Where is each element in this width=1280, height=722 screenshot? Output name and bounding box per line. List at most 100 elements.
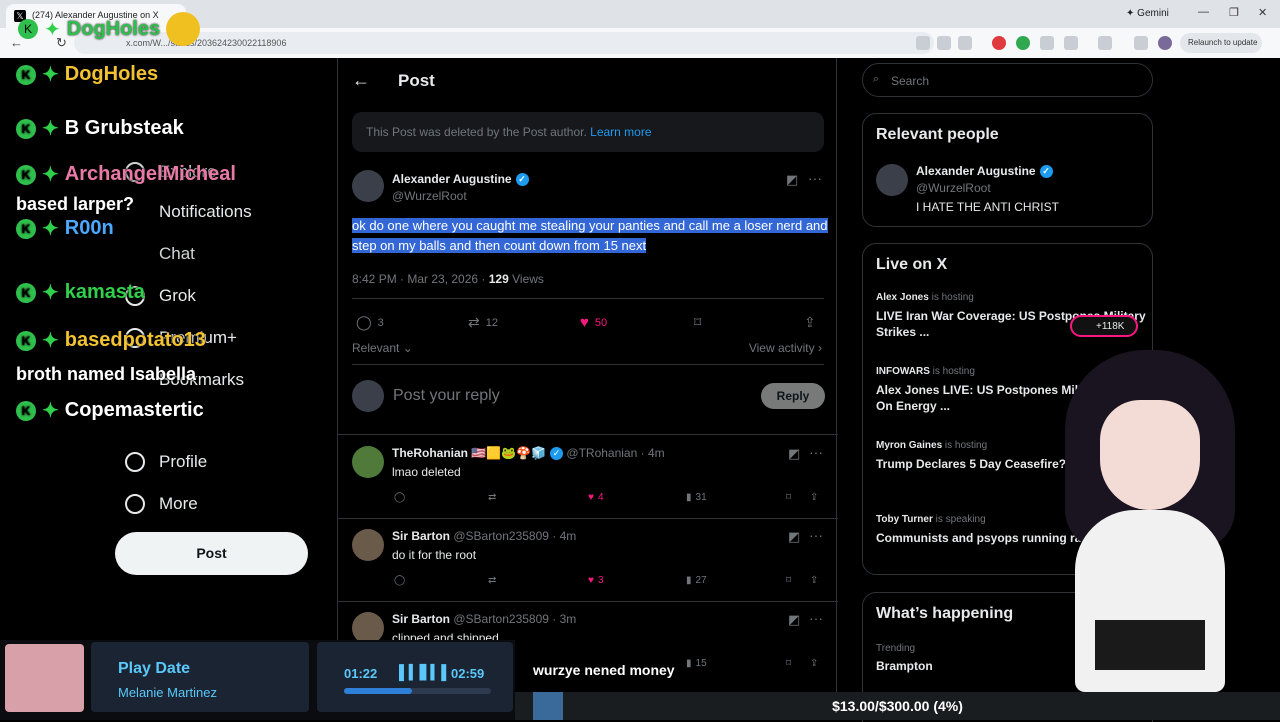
reply-repost-icon[interactable]: ⇄ — [488, 575, 496, 586]
reply-repost-icon[interactable]: ⇄ — [488, 492, 496, 503]
like-action[interactable]: ♥ 50 — [580, 314, 607, 331]
bookmark-action[interactable]: ⌑ — [694, 314, 701, 331]
kick-badge-icon: K — [16, 118, 36, 139]
more-options-icon[interactable]: ··· — [809, 444, 823, 460]
view-activity-link[interactable]: View activity › — [749, 341, 822, 355]
chat-message-text: based larper? — [16, 194, 135, 214]
reply-reply-icon[interactable]: ◯ — [394, 575, 405, 586]
views-count: 129 — [488, 272, 509, 286]
tweet-text: ok do one where you caught me stealing y… — [352, 218, 828, 253]
reply-avatar[interactable] — [352, 529, 384, 561]
live-status: is hosting — [932, 366, 975, 377]
install-icon[interactable] — [916, 36, 930, 50]
share-action[interactable]: ⇪ — [804, 314, 816, 331]
reply-author[interactable]: TheRohanian 🇺🇸🟨🐸🍄🧊 ✓ @TRohanian · 4m — [392, 446, 665, 461]
chat-message: K ✦ ArchangelMicheal — [16, 162, 236, 187]
sparkle-icon: ✦ — [42, 118, 59, 140]
extension-icon[interactable] — [1040, 36, 1054, 50]
reply-bookmark-icon[interactable]: ⌑ — [786, 658, 791, 669]
reply-author-name: TheRohanian 🇺🇸🟨🐸🍄🧊 — [392, 446, 547, 460]
trending-topic[interactable]: Brampton — [876, 659, 933, 673]
search-input[interactable]: ⌕ Search — [862, 63, 1153, 97]
relaunch-button[interactable]: Relaunch to update — [1180, 33, 1262, 53]
reply-author[interactable]: Sir Barton @SBarton235809 · 4m — [392, 529, 576, 543]
reply-share-icon[interactable]: ⇪ — [810, 575, 818, 586]
kick-badge-icon: K — [16, 218, 36, 239]
reply-input[interactable]: Post your reply — [393, 387, 500, 405]
reply-views[interactable]: ▮ 27 — [686, 575, 707, 586]
reply-bookmark-icon[interactable]: ⌑ — [786, 492, 791, 503]
reply-views[interactable]: ▮ 15 — [686, 658, 707, 669]
chat-username: DogHoles — [64, 63, 159, 85]
reply-share-icon[interactable]: ⇪ — [810, 492, 818, 503]
track-progress-bar — [344, 688, 491, 694]
extension-red-icon[interactable] — [992, 36, 1006, 50]
profile-avatar-icon[interactable] — [1158, 36, 1172, 50]
vtuber-corset — [1095, 620, 1205, 670]
reply-text: lmao deleted — [392, 465, 461, 479]
more-options-icon[interactable]: ··· — [808, 170, 822, 186]
author-name[interactable]: Alexander Augustine ✓ — [392, 172, 529, 187]
overlay-title: DogHoles — [66, 17, 161, 40]
page-title: Post — [398, 71, 435, 90]
nav-more[interactable]: More — [125, 494, 198, 514]
minimize-icon[interactable]: — — [1198, 6, 1209, 18]
reply-action[interactable]: ◯ 3 — [356, 314, 384, 331]
reply-views-count: 31 — [695, 492, 707, 503]
gemini-button[interactable]: ✦ Gemini — [1126, 8, 1169, 19]
sparkle-icon: ✦ — [44, 18, 61, 41]
extension-green-icon[interactable] — [1016, 36, 1030, 50]
chart-icon: ▮ — [686, 658, 692, 669]
reply-item[interactable]: Sir Barton @SBarton235809 · 4m ◩ ··· do … — [338, 523, 838, 605]
reading-list-icon[interactable] — [1134, 36, 1148, 50]
reply-bookmark-icon[interactable]: ⌑ — [786, 575, 791, 586]
reply-reply-icon[interactable]: ◯ — [394, 492, 405, 503]
reply-count: 3 — [377, 316, 384, 329]
emote-icon — [166, 12, 201, 46]
live-listeners-badge: +118K — [1070, 315, 1138, 337]
chat-message: K ✦ Copemastertic — [16, 398, 204, 423]
author-handle[interactable]: @WurzelRoot — [392, 189, 467, 203]
reply-views-count: 15 — [695, 658, 707, 669]
grok-explain-icon[interactable]: ◩ — [788, 612, 800, 628]
reply-author[interactable]: Sir Barton @SBarton235809 · 3m — [392, 612, 576, 626]
puzzle-icon[interactable] — [1064, 36, 1078, 50]
grok-explain-icon[interactable]: ◩ — [788, 529, 800, 545]
learn-more-link[interactable]: Learn more — [590, 125, 651, 139]
kick-badge-icon: K — [16, 282, 36, 303]
live-host-name: INFOWARS — [876, 366, 930, 377]
post-button[interactable]: Post — [115, 532, 308, 575]
sparkle-icon: ✦ — [42, 330, 59, 352]
address-bar[interactable]: x.com/W.../status/203624230022118906 — [74, 32, 934, 54]
close-window-icon[interactable]: ✕ — [1258, 6, 1267, 19]
grok-explain-icon[interactable]: ◩ — [786, 172, 798, 188]
reply-icon: ◯ — [356, 314, 372, 330]
repost-icon: ⇄ — [468, 314, 480, 330]
reply-avatar[interactable] — [352, 446, 384, 478]
more-options-icon[interactable]: ··· — [809, 527, 823, 543]
more-options-icon[interactable]: ··· — [809, 610, 823, 626]
reply-button[interactable]: Reply — [761, 383, 825, 409]
relevant-person-avatar[interactable] — [876, 164, 908, 196]
repost-action[interactable]: ⇄ 12 — [468, 314, 498, 331]
reply-item[interactable]: TheRohanian 🇺🇸🟨🐸🍄🧊 ✓ @TRohanian · 4m ◩ ··… — [338, 440, 838, 522]
reply-views[interactable]: ▮ 31 — [686, 492, 707, 503]
back-arrow-icon[interactable]: ← — [352, 70, 370, 91]
author-avatar[interactable] — [352, 170, 384, 202]
reply-like[interactable]: ♥ 3 — [588, 575, 604, 586]
relevant-people-title: Relevant people — [876, 126, 999, 143]
live-title: Live on X — [876, 256, 948, 273]
relevant-person-handle[interactable]: @WurzelRoot — [916, 181, 991, 195]
maximize-icon[interactable]: ❐ — [1229, 6, 1239, 19]
chat-username: basedpotato13 — [64, 329, 206, 351]
bookmark-star-icon[interactable] — [958, 36, 972, 50]
reply-share-icon[interactable]: ⇪ — [810, 658, 818, 669]
relevant-person-name[interactable]: Alexander Augustine ✓ — [916, 164, 1053, 179]
sidebar-toggle-icon[interactable] — [1098, 36, 1112, 50]
reply-like[interactable]: ♥ 4 — [588, 492, 604, 503]
zoom-icon[interactable] — [937, 36, 951, 50]
sort-dropdown[interactable]: Relevant ⌄ — [352, 341, 413, 355]
live-status: is hosting — [944, 440, 988, 451]
track-artist: Melanie Martinez — [118, 685, 217, 700]
grok-explain-icon[interactable]: ◩ — [788, 446, 800, 462]
